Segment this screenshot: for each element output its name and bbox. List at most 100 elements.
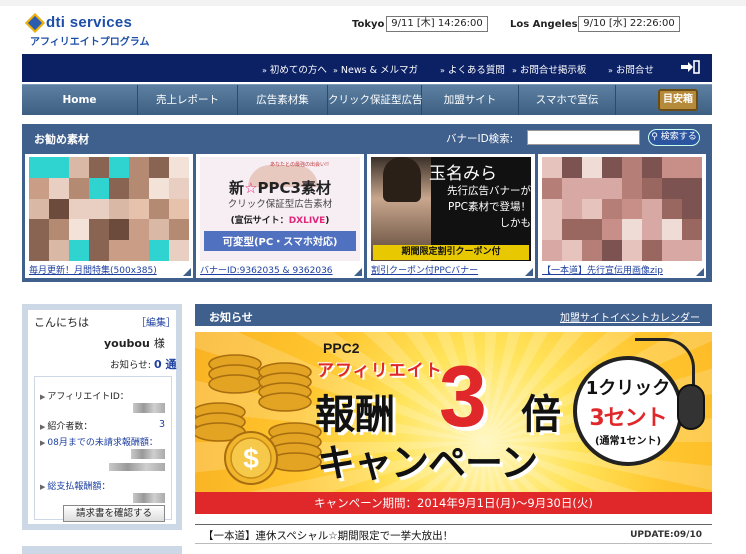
banner-line-1: 先行広告バナーが: [447, 185, 531, 197]
mosaic-cell: [622, 240, 642, 261]
mosaic-cell: [582, 198, 602, 220]
mosaic-cell: [622, 219, 642, 241]
mosaic-cell: [662, 240, 682, 261]
nav-member-sites[interactable]: 加盟サイト: [422, 85, 519, 115]
news-header: お知らせ 加盟サイトイベントカレンダー: [195, 304, 712, 326]
mosaic-cell: [662, 157, 682, 178]
nav-home[interactable]: Home: [22, 85, 138, 115]
mosaic-cell: [169, 198, 189, 220]
mosaic-cell: [109, 219, 129, 241]
banner-line-2: PPC素材で登場！: [448, 201, 531, 213]
util-link-board[interactable]: » お問合せ掲示板: [512, 62, 586, 76]
mosaic-cell: [149, 240, 169, 261]
util-link-faq[interactable]: » よくある質問: [440, 62, 505, 76]
banner-line-4a: 可変型: [222, 236, 254, 248]
recommend-image-coupon[interactable]: 玉名みら 先行広告バナーが PPC素材で登場！ しかも 期間限定割引クーポン付: [371, 157, 531, 261]
util-link-news[interactable]: » News & メルマガ: [333, 62, 418, 76]
nav-ad-materials[interactable]: 広告素材集: [238, 85, 328, 115]
honorific: 様: [153, 337, 165, 350]
greeting: こんにちは: [34, 316, 89, 329]
mosaic-cell: [562, 177, 582, 199]
mosaic-cell: [622, 177, 642, 199]
campaign-word: キャンペーン: [317, 441, 538, 485]
mouse-icon: [677, 384, 705, 430]
campaign-period: キャンペーン期間：2014年9月1日(月)～9月30日(火): [195, 492, 712, 514]
recommend-card-monthly[interactable]: 毎月更新！月間特集(500x385): [25, 154, 193, 278]
banner-search-button[interactable]: ⚲ 検索する: [648, 129, 700, 146]
util-link-contact[interactable]: » お問合せ: [608, 62, 654, 76]
recommend-title: お勧め素材: [34, 133, 89, 146]
view-invoice-button[interactable]: 請求書を確認する: [63, 505, 165, 522]
svg-text:$: $: [243, 443, 259, 474]
news-title: お知らせ: [209, 311, 253, 324]
notice-count-link[interactable]: 0 通: [154, 358, 176, 371]
mosaic-cell: [542, 198, 562, 220]
bullet-icon: ▶: [40, 423, 46, 431]
click-rate-badge: 1クリック 3セント (通常1セント): [573, 356, 683, 466]
click-rate-line-3: (通常1セント): [594, 436, 662, 447]
nav-click-ads[interactable]: クリック保証型広告: [328, 85, 423, 115]
double-chevron-icon: »: [440, 66, 445, 75]
mosaic-cell: [69, 177, 89, 199]
main-nav: Home 売上レポート 広告素材集 クリック保証型広告 加盟サイト スマホで宣伝…: [22, 84, 712, 115]
unbilled-value: [131, 449, 165, 459]
double-chevron-icon: »: [333, 66, 338, 75]
banner-search-label: バナーID検索:: [446, 133, 514, 145]
mosaic-cell: [622, 198, 642, 220]
recommend-card-ipponmichi[interactable]: 【一本道】先行宣伝用画像zip: [538, 154, 706, 278]
banner-id-search-input[interactable]: [527, 130, 640, 145]
event-calendar-link[interactable]: 加盟サイトイベントカレンダー: [560, 309, 700, 324]
logout-icon[interactable]: [680, 60, 700, 74]
banner-line-4: 可変型(PC・スマホ対応): [204, 231, 356, 251]
news-item[interactable]: 【一本道】連休スペシャル☆期間限定で一挙大放出！ UPDATE:09/10: [195, 524, 712, 544]
recommend-image-ipponmichi[interactable]: [542, 157, 702, 261]
mosaic-cell: [29, 157, 49, 178]
nav-sales-report[interactable]: 売上レポート: [138, 85, 238, 115]
affiliate-id-value: [133, 403, 165, 413]
mosaic-cell: [682, 240, 702, 261]
suggestion-box-button[interactable]: 目安箱: [658, 89, 698, 111]
recommend-card-ppc3[interactable]: あなたとの最強の出会い!! 新☆PPC3素材 クリック保証型広告素材 (宣伝サイ…: [196, 154, 364, 278]
edit-profile-link[interactable]: ［編集］: [136, 314, 176, 329]
news-item-title[interactable]: 【一本道】連休スペシャル☆期間限定で一挙大放出！: [203, 528, 453, 543]
mosaic-cell: [642, 157, 662, 178]
util-link-label: News & メルマガ: [340, 65, 419, 76]
mosaic-cell: [662, 177, 682, 199]
search-icon: ⚲: [651, 132, 658, 142]
mosaic-cell: [602, 219, 622, 241]
recommend-caption[interactable]: 割引クーポン付PPCバナー: [371, 263, 531, 276]
unbilled-row[interactable]: ▶ 08月までの未請求報酬額：: [40, 435, 158, 448]
nav-smartphone[interactable]: スマホで宣伝: [519, 85, 616, 115]
double-chevron-icon: »: [608, 66, 613, 75]
total-paid-label: 総支払報酬額：: [47, 482, 111, 492]
recommend-image-monthly[interactable]: [29, 157, 189, 261]
mosaic-cell: [149, 219, 169, 241]
mosaic-cell: [109, 198, 129, 220]
banner-headline-b: PPC3素材: [257, 179, 331, 197]
mosaic-cell: [682, 219, 702, 241]
account-panel-inner: こんにちは ［編集］ youbou 様 お知らせ: 0 通 ▶ アフィリエイトID： …: [28, 310, 177, 524]
mosaic-cell: [89, 177, 109, 199]
recommend-caption[interactable]: バナーID:9362035 & 9362036: [200, 263, 360, 276]
notice-count-row: お知らせ: 0 通: [110, 356, 177, 372]
total-paid-row[interactable]: ▶ 総支払報酬額：: [40, 479, 110, 492]
recommend-card-coupon[interactable]: 玉名みら 先行広告バナーが PPC素材で登場！ しかも 期間限定割引クーポン付 …: [367, 154, 535, 278]
mosaic-cell: [582, 157, 602, 178]
util-link-beginners[interactable]: » 初めての方へ: [262, 62, 327, 76]
mosaic-cell: [682, 198, 702, 220]
clock-tokyo: 9/11 [木] 14:26:00: [386, 16, 488, 32]
mosaic-cell: [129, 198, 149, 220]
mosaic-cell: [49, 219, 69, 241]
account-panel: こんにちは ［編集］ youbou 様 お知らせ: 0 通 ▶ アフィリエイトID： …: [22, 304, 182, 530]
blurred-image: [29, 157, 189, 261]
mosaic-cell: [129, 177, 149, 199]
mosaic-cell: [129, 157, 149, 178]
mosaic-cell: [69, 240, 89, 261]
recommend-caption[interactable]: 毎月更新！月間特集(500x385): [29, 263, 189, 276]
referrals-row: ▶ 紹介者数：: [40, 419, 92, 432]
recommend-image-ppc3[interactable]: あなたとの最強の出会い!! 新☆PPC3素材 クリック保証型広告素材 (宣伝サイ…: [200, 157, 360, 261]
corner-mark-icon: [183, 268, 191, 276]
campaign-banner[interactable]: $ PPC2 アフィリエイト 報酬 3 倍 キャンペーン 1クリック 3セント …: [195, 332, 712, 514]
mosaic-cell: [542, 240, 562, 261]
recommend-caption[interactable]: 【一本道】先行宣伝用画像zip: [542, 263, 702, 276]
